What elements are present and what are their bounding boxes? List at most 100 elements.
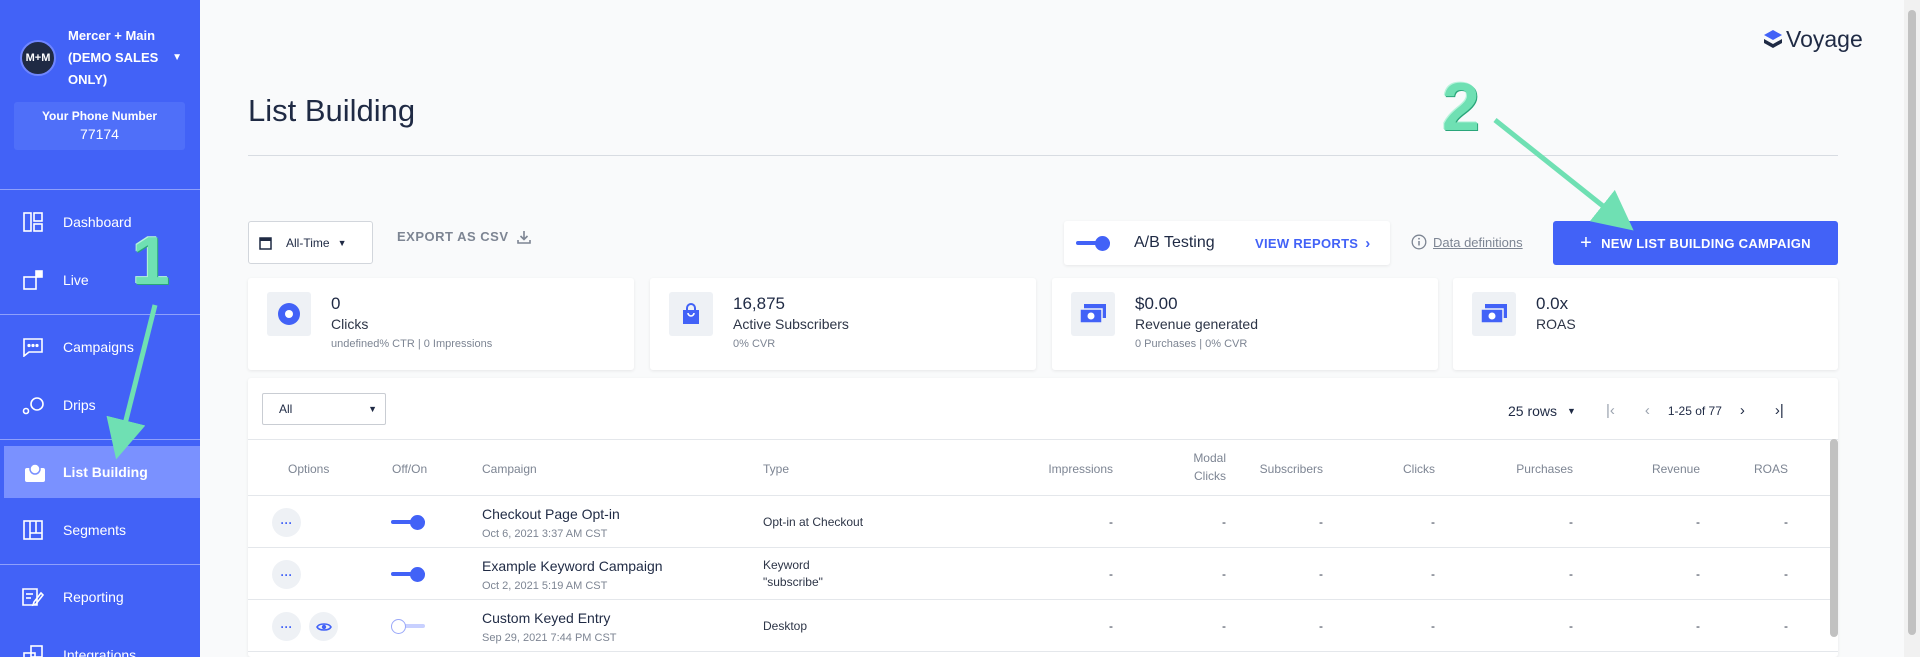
cell-clicks: - [1431,515,1435,529]
table-row[interactable]: ··· Custom Keyed Entry Sep 29, 2021 7:44… [248,600,1838,652]
sidebar-item-drips[interactable]: Drips [0,379,200,431]
sidebar-item-list-building[interactable]: List Building [4,446,200,498]
stat-label: ROAS [1536,316,1576,332]
plus-icon: + [1580,231,1593,254]
account-switcher[interactable]: M+M Mercer + Main (DEMO SALES ONLY) [20,26,190,90]
header-modal-clicks-line2: Clicks [1194,469,1226,483]
next-page-icon[interactable]: › [1740,402,1745,419]
app-window: M+M Mercer + Main (DEMO SALES ONLY) ▼ Yo… [0,0,1920,657]
rows-per-page-select[interactable]: 25 rows ▼ [1508,403,1576,419]
campaign-filter-select[interactable]: All ▼ [262,393,386,425]
data-definitions-link[interactable]: Data definitions [1411,234,1523,250]
date-range-value: All-Time [286,235,330,250]
sidebar-item-integrations[interactable]: Integrations [0,629,200,657]
sidebar-divider [0,314,200,315]
cell-revenue: - [1696,567,1700,581]
campaigns-table: All ▼ 25 rows ▼ |‹ ‹ 1-25 of 77 › ›| Opti… [248,378,1838,657]
ab-testing-toggle[interactable] [1076,236,1110,251]
stat-label: Revenue generated [1135,316,1258,332]
campaign-date: Oct 6, 2021 3:37 AM CST [482,528,608,540]
campaign-toggle[interactable] [391,515,425,530]
view-reports-link[interactable]: VIEW REPORTS › [1255,235,1371,252]
cash-icon [1472,292,1516,336]
header-subscribers[interactable]: Subscribers [1248,462,1323,476]
campaign-toggle[interactable] [391,619,425,634]
more-options-icon[interactable]: ··· [272,612,301,641]
table-row[interactable]: ··· Checkout Page Opt-in Oct 6, 2021 3:3… [248,496,1838,548]
chevron-down-icon: ▼ [368,404,377,414]
chevron-down-icon: ▼ [1567,405,1576,416]
new-list-building-campaign-button[interactable]: + NEW LIST BUILDING CAMPAIGN [1553,221,1838,265]
stat-card-clicks: 0 Clicks undefined% CTR | 0 Impressions [248,278,634,370]
sidebar-item-reporting[interactable]: Reporting [0,571,200,623]
live-icon [22,269,44,291]
page-scrollbar[interactable] [1904,0,1920,657]
header-impressions[interactable]: Impressions [998,462,1113,476]
sidebar-item-label: Integrations [63,647,137,657]
export-csv-button[interactable]: EXPORT AS CSV [397,229,532,244]
header-modal-clicks[interactable]: Modal Clicks [1128,449,1226,485]
filter-value: All [279,402,293,416]
table-row[interactable]: ··· Example Keyword Campaign Oct 2, 2021… [248,548,1838,600]
cell-revenue: - [1696,515,1700,529]
sidebar-item-label: Live [63,272,89,288]
sidebar-divider [0,564,200,565]
sidebar-item-live[interactable]: Live [0,254,200,306]
account-name: Mercer + Main (DEMO SALES ONLY) [68,28,159,87]
sidebar-item-label: Drips [63,397,96,413]
sidebar-item-campaigns[interactable]: Campaigns [0,321,200,373]
drips-icon [22,394,44,416]
stat-subtext: 0 Purchases | 0% CVR [1135,338,1248,350]
target-icon [267,292,311,336]
more-options-icon[interactable]: ··· [272,560,301,589]
data-definitions-label: Data definitions [1433,234,1523,250]
header-revenue[interactable]: Revenue [1578,462,1700,476]
segments-icon [22,519,44,541]
campaign-type: Keyword "subscribe" [763,557,823,591]
campaign-name[interactable]: Example Keyword Campaign [482,558,663,574]
cell-subscribers: - [1319,515,1323,529]
chevron-right-icon: › [1365,235,1371,252]
integrations-icon [22,644,44,657]
sidebar-item-segments[interactable]: Segments [0,504,200,556]
campaign-type-line2: "subscribe" [763,575,823,589]
campaign-toggle[interactable] [391,567,425,582]
sidebar-item-label: Campaigns [63,339,134,355]
sidebar-item-dashboard[interactable]: Dashboard [0,196,200,248]
header-campaign[interactable]: Campaign [482,462,537,476]
header-onoff: Off/On [392,462,428,476]
previous-page-icon[interactable]: ‹ [1645,402,1650,419]
campaign-name[interactable]: Custom Keyed Entry [482,610,610,626]
ab-testing-label: A/B Testing [1134,234,1215,251]
stat-value: 16,875 [733,294,785,313]
header-type[interactable]: Type [763,462,789,476]
page-scrollbar-thumb[interactable] [1908,10,1916,635]
new-campaign-label: NEW LIST BUILDING CAMPAIGN [1601,235,1811,251]
eye-icon[interactable] [309,612,338,641]
chevron-down-icon[interactable]: ▼ [172,52,182,63]
calendar-icon [259,236,272,250]
sidebar-item-label: List Building [63,464,148,480]
cell-roas: - [1784,619,1788,633]
header-roas[interactable]: ROAS [1728,462,1788,476]
cell-modal-clicks: - [1222,619,1226,633]
header-purchases[interactable]: Purchases [1448,462,1573,476]
page-title: List Building [248,93,416,128]
header-clicks[interactable]: Clicks [1358,462,1435,476]
table-scrollbar[interactable] [1830,439,1838,637]
campaign-name[interactable]: Checkout Page Opt-in [482,506,620,522]
title-divider [248,155,1838,156]
more-options-icon[interactable]: ··· [272,508,301,537]
cell-roas: - [1784,567,1788,581]
cell-revenue: - [1696,619,1700,633]
last-page-icon[interactable]: ›| [1775,402,1784,419]
campaign-type: Opt-in at Checkout [763,515,864,529]
sidebar-divider [0,189,200,190]
campaign-date: Oct 2, 2021 5:19 AM CST [482,580,608,592]
cell-clicks: - [1431,567,1435,581]
stat-card-revenue: $0.00 Revenue generated 0 Purchases | 0%… [1052,278,1438,370]
shopping-bag-icon [669,292,713,336]
first-page-icon[interactable]: |‹ [1606,402,1615,419]
date-range-select[interactable]: All-Time ▼ [248,221,373,264]
ab-testing-card: A/B Testing VIEW REPORTS › [1064,221,1390,265]
